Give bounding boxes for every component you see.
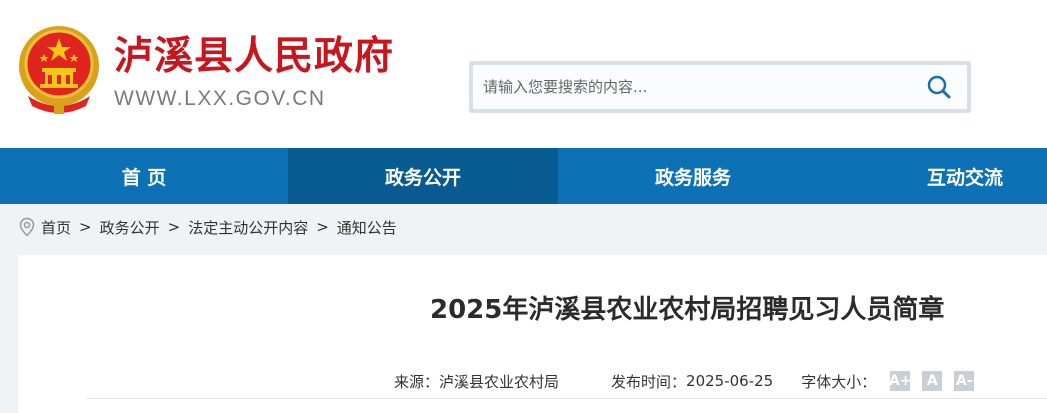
site-title[interactable]: 泸溪县人民政府 (114, 34, 394, 78)
source-label: 来源： (394, 372, 440, 391)
location-pin-icon (19, 217, 35, 237)
nav-item-interaction-label: 互动交流 (926, 166, 1003, 189)
search-box (469, 61, 971, 113)
font-decrease-button[interactable]: A- (954, 371, 975, 391)
site-header: 泸溪县人民政府 WWW.LXX.GOV.CN (0, 0, 1047, 148)
article-title: 2025年泸溪县农业农村局招聘见习人员简章 (430, 295, 945, 325)
nav-item-interaction[interactable]: 互动交流 (828, 148, 1047, 204)
national-emblem-icon[interactable] (16, 24, 102, 116)
search-button[interactable] (923, 72, 955, 102)
nav-item-home[interactable]: 首 页 (0, 148, 288, 204)
breadcrumb-separator: > (167, 218, 181, 236)
search-icon (927, 75, 951, 99)
nav-item-government-services[interactable]: 政务服务 (558, 148, 828, 204)
font-increase-button[interactable]: A+ (889, 371, 912, 391)
article-container: 2025年泸溪县农业农村局招聘见习人员简章 来源： 泸溪县农业农村局 发布时间：… (18, 255, 1047, 413)
breadcrumb: 首页 > 政务公开 > 法定主动公开内容 > 通知公告 (18, 216, 397, 238)
breadcrumb-separator: > (79, 218, 92, 236)
source-value: 泸溪县农业农村局 (439, 372, 560, 391)
font-normal-button[interactable]: A (922, 371, 943, 391)
search-input[interactable] (483, 75, 883, 99)
main-nav: 首 页 政务公开 政务服务 互动交流 (0, 148, 1047, 204)
breadcrumb-separator: > (316, 218, 329, 236)
breadcrumb-home[interactable]: 首页 (41, 217, 71, 238)
breadcrumb-government-affairs[interactable]: 政务公开 (100, 217, 160, 238)
article-meta: 来源： 泸溪县农业农村局 发布时间： 2025-06-25 字体大小： A+ A… (394, 369, 975, 393)
nav-item-government-affairs[interactable]: 政务公开 (288, 148, 558, 204)
breadcrumb-notices[interactable]: 通知公告 (337, 217, 397, 238)
meta-divider (86, 398, 1047, 399)
breadcrumb-statutory-disclosure[interactable]: 法定主动公开内容 (188, 217, 308, 238)
date-value: 2025-06-25 (686, 372, 774, 390)
date-label: 发布时间： (611, 372, 687, 391)
site-domain: WWW.LXX.GOV.CN (114, 87, 326, 110)
font-size-label: 字体大小： (801, 372, 877, 391)
